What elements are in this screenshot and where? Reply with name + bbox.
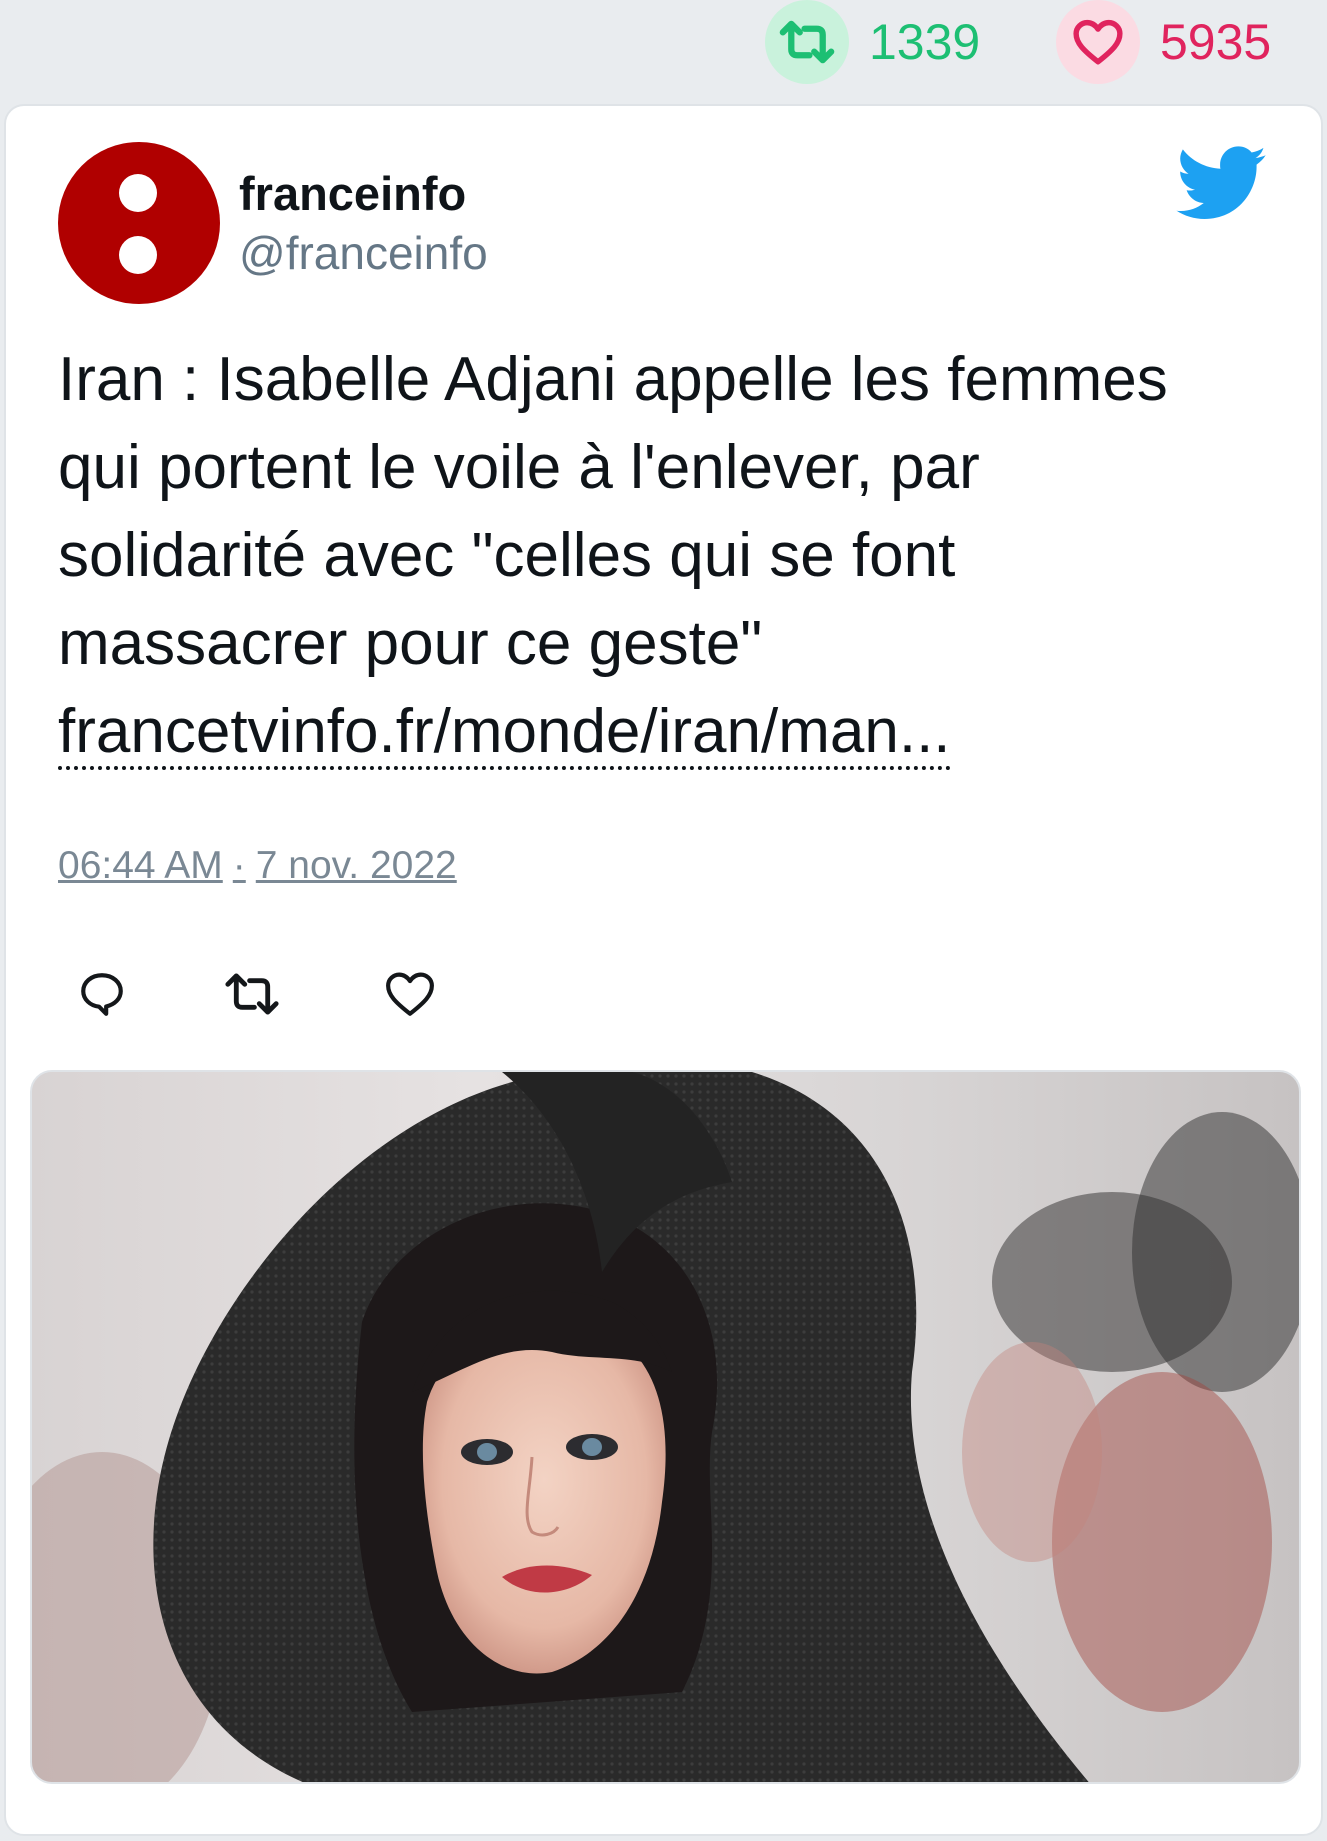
reply-icon [77,969,127,1024]
tweet-text-line: massacrer pour ce geste" [58,609,763,678]
retweet-button[interactable] [222,966,282,1026]
tweet-text-line: solidarité avec "celles qui se font [58,521,956,590]
article-link[interactable]: francetvinfo.fr/monde/iran/man... [58,697,951,770]
retweet-icon [765,0,849,84]
tweet-text-line: qui portent le voile à l'enlever, par [58,433,980,502]
like-button[interactable] [380,966,440,1026]
like-stat[interactable]: 5935 [1056,0,1271,84]
tweet-card: franceinfo @franceinfo Iran : Isabelle A… [4,104,1323,1836]
avatar[interactable] [58,142,220,304]
tweet-date: 7 nov. 2022 [255,844,457,887]
tweet-timestamp[interactable]: 06:44 AM · 7 nov. 2022 [58,844,457,888]
like-count: 5935 [1160,14,1272,70]
retweet-stat[interactable]: 1339 [765,0,980,84]
engagement-stats: 1339 5935 [0,0,1327,86]
twitter-bird-icon[interactable] [1176,146,1268,227]
reply-button[interactable] [72,966,132,1026]
avatar-dot [119,174,157,212]
heart-icon [1056,0,1140,84]
tweet-media-image[interactable] [30,1070,1301,1784]
author-name[interactable]: franceinfo [239,166,466,221]
tweet-text-line: Iran : Isabelle Adjani appelle les femme… [58,345,1168,414]
heart-icon [385,971,435,1022]
retweet-count: 1339 [869,14,981,70]
tweet-time: 06:44 AM [58,844,223,887]
author-handle[interactable]: @franceinfo [239,226,488,280]
retweet-icon [223,971,281,1022]
avatar-dot [119,236,157,274]
tweet-text: Iran : Isabelle Adjani appelle les femme… [58,336,1288,776]
timestamp-separator: · [232,844,246,887]
